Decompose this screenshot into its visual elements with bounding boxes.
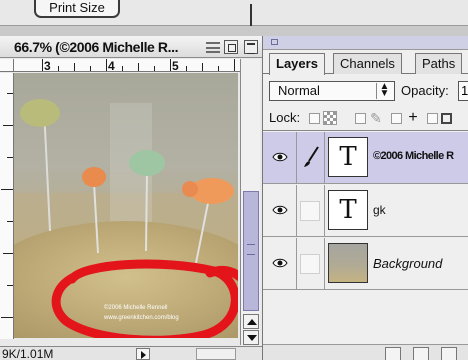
layer-row[interactable]: Background — [263, 238, 468, 290]
layers-palette: Layers Channels Paths Normal ▲ ▼ Opacity:… — [262, 36, 468, 360]
ruler-tick — [186, 66, 187, 71]
ruler-tick — [58, 66, 59, 71]
lock-label: Lock: — [269, 110, 301, 125]
ruler-tick — [138, 63, 139, 71]
ruler-tick — [1, 189, 13, 190]
layer-thumbnail — [328, 243, 368, 283]
maximize-button[interactable] — [244, 40, 258, 54]
layer-style-icon[interactable] — [385, 347, 401, 360]
scrollbar-thumb[interactable] — [243, 191, 259, 311]
lock-checkbox[interactable] — [309, 113, 320, 124]
stepper-icon: ▲ ▼ — [376, 82, 392, 99]
lock-checkbox[interactable] — [427, 113, 438, 124]
tab-paths[interactable]: Paths — [415, 53, 463, 74]
lock-row: Lock: ✎ + — [263, 103, 468, 131]
ruler-tick — [74, 63, 75, 71]
eye-icon — [272, 205, 288, 215]
lock-all-icon[interactable] — [441, 113, 452, 124]
watermark-line-2: www.greenkitchen.com/blog — [103, 315, 179, 321]
horizontal-ruler[interactable]: 3 4 5 — [14, 59, 240, 73]
brush-icon — [304, 146, 319, 167]
divider — [250, 4, 252, 26]
visibility-toggle[interactable] — [263, 185, 297, 237]
ruler-number: 4 — [108, 59, 115, 73]
ruler-tick — [3, 125, 13, 126]
blend-mode-select[interactable]: Normal ▲ ▼ — [269, 81, 395, 101]
ruler-tick — [106, 59, 107, 71]
eye-icon — [272, 152, 288, 162]
ruler-tick — [1, 317, 13, 318]
layer-row[interactable]: T gk — [263, 185, 468, 237]
watermark-line-1: ©2006 Michelle Rennell — [104, 304, 167, 311]
layer-thumbnail: T — [328, 190, 368, 230]
tab-layers[interactable]: Layers — [269, 53, 325, 75]
print-size-button[interactable]: Print Size — [34, 0, 120, 18]
canvas-image[interactable]: ©2006 Michelle Rennell www.greenkitchen.… — [14, 73, 238, 338]
opacity-field[interactable]: 1 — [458, 81, 468, 101]
document-title-bar[interactable]: 66.7% (©2006 Michelle R... — [0, 36, 262, 58]
palette-title-bar[interactable] — [263, 36, 468, 50]
layer-thumbnail: T — [328, 137, 368, 177]
link-toggle[interactable] — [297, 185, 325, 237]
palette-tabs: Layers Channels Paths — [263, 50, 468, 75]
lock-transparency-icon[interactable] — [323, 111, 337, 125]
link-toggle[interactable] — [297, 238, 325, 290]
document-title: 66.7% (©2006 Michelle R... — [14, 39, 179, 55]
new-layer-icon[interactable] — [413, 347, 429, 360]
lock-checkbox[interactable] — [391, 113, 402, 124]
title-grip-icon — [206, 42, 220, 53]
blend-mode-value: Normal — [278, 83, 320, 98]
link-toggle[interactable] — [297, 132, 325, 184]
ruler-tick — [7, 93, 13, 94]
ruler-corner[interactable] — [0, 59, 14, 72]
horizontal-scrollbar[interactable] — [196, 348, 236, 360]
lock-checkbox[interactable] — [355, 113, 366, 124]
ruler-tick — [154, 66, 155, 71]
ruler-tick — [202, 63, 203, 71]
layer-name: gk — [373, 203, 386, 217]
vertical-ruler[interactable] — [0, 73, 14, 339]
ruler-tick — [3, 253, 13, 254]
document-window: 66.7% (©2006 Michelle R... 3 4 5 ©2006 M… — [0, 36, 262, 360]
ruler-tick — [234, 59, 235, 71]
layer-name: Background — [373, 256, 443, 271]
text-layer-icon: T — [339, 195, 357, 225]
ruler-tick — [7, 221, 13, 222]
ruler-tick — [170, 59, 171, 71]
minimize-button[interactable] — [224, 40, 238, 54]
ruler-tick — [90, 66, 91, 71]
document-size-readout: 9K/1.01M — [2, 347, 54, 360]
delete-layer-icon[interactable] — [441, 347, 457, 360]
status-bar: 9K/1.01M — [0, 346, 262, 360]
ruler-tick — [7, 157, 13, 158]
blend-row: Normal ▲ ▼ Opacity: 1 — [263, 75, 468, 103]
scroll-down-icon[interactable] — [243, 330, 259, 345]
eye-icon — [272, 258, 288, 268]
ruler-tick — [42, 59, 43, 71]
vertical-scrollbar[interactable] — [240, 59, 260, 345]
visibility-toggle[interactable] — [263, 132, 297, 184]
visibility-toggle[interactable] — [263, 238, 297, 290]
layer-name: ©2006 Michelle R — [373, 150, 454, 162]
palette-footer — [263, 344, 468, 360]
tab-channels[interactable]: Channels — [333, 53, 402, 74]
status-arrow-icon[interactable] — [136, 348, 150, 360]
layer-row[interactable]: T ©2006 Michelle R — [263, 132, 468, 184]
ruler-number: 3 — [44, 59, 51, 73]
scroll-up-icon[interactable] — [243, 314, 259, 329]
photo-artwork: ©2006 Michelle Rennell www.greenkitchen.… — [14, 99, 238, 338]
lock-image-icon[interactable]: ✎ — [369, 111, 383, 125]
ruler-tick — [122, 66, 123, 71]
text-layer-icon: T — [339, 142, 357, 172]
photoshop-window: Print Size 66.7% (©2006 Michelle R... 3 … — [0, 0, 468, 360]
lock-move-icon[interactable]: + — [406, 110, 420, 126]
options-bar: Print Size — [0, 0, 468, 26]
palette-collapse-icon[interactable] — [271, 39, 278, 45]
ruler-tick — [218, 66, 219, 71]
opacity-label: Opacity: — [401, 83, 449, 98]
ruler-number: 5 — [172, 59, 179, 73]
ruler-tick — [7, 285, 13, 286]
